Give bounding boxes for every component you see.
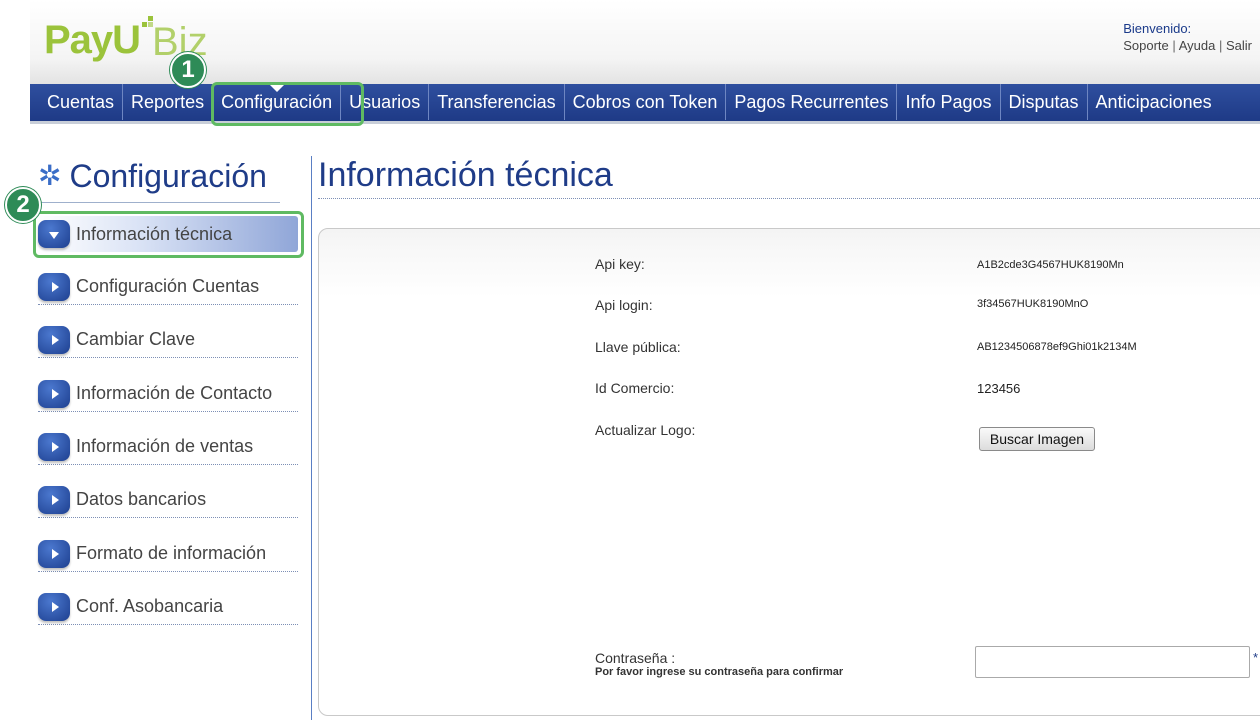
help-link[interactable]: Ayuda (1179, 38, 1216, 53)
title-divider (318, 198, 1260, 199)
api-login-label: Api login: (595, 297, 653, 313)
chevron-right-icon (38, 272, 70, 301)
update-logo-label: Actualizar Logo: (595, 422, 696, 438)
technical-info-panel (318, 228, 1260, 716)
sidebar-title: ✲ Configuración (38, 156, 267, 196)
merchant-id-label: Id Comercio: (595, 380, 675, 396)
sidebar-item-formato-informacion[interactable]: Formato de información (38, 536, 298, 572)
chevron-right-icon (38, 379, 70, 408)
chevron-right-icon (38, 432, 70, 461)
nav-reportes[interactable]: Reportes (123, 84, 214, 120)
search-image-button[interactable]: Buscar Imagen (979, 427, 1095, 451)
support-link[interactable]: Soporte (1123, 38, 1169, 53)
public-key-value: AB1234506878ef9Ghi01k2134M (977, 341, 1137, 353)
logo-payu-text: PayU (44, 18, 141, 62)
sidebar-item-conf-asobancaria[interactable]: Conf. Asobancaria (38, 589, 298, 625)
sidebar-item-label: Información de ventas (76, 436, 254, 456)
sidebar-item-label: Formato de información (76, 543, 267, 563)
link-separator: | (1172, 38, 1176, 53)
sidebar-item-informacion-contacto[interactable]: Información de Contacto (38, 376, 298, 412)
highlight-sidebar-informacion-tecnica (33, 211, 304, 258)
required-mark: * (1253, 650, 1259, 665)
nav-cuentas[interactable]: Cuentas (30, 84, 124, 120)
gear-icon: ✲ (38, 160, 62, 191)
sidebar-divider (38, 202, 280, 203)
header-links: Soporte | Ayuda | Salir (1123, 37, 1252, 54)
sidebar-item-label: Configuración Cuentas (76, 276, 260, 296)
sidebar-item-label: Información de Contacto (76, 383, 273, 403)
highlight-nav-configuracion (211, 82, 364, 126)
logout-link[interactable]: Salir (1226, 38, 1252, 53)
sidebar-item-datos-bancarios[interactable]: Datos bancarios (38, 482, 298, 518)
sidebar-item-cambiar-clave[interactable]: Cambiar Clave (38, 322, 298, 358)
user-welcome: Bienvenido: Soporte | Ayuda | Salir (1123, 20, 1252, 54)
sidebar-item-configuracion-cuentas[interactable]: Configuración Cuentas (38, 269, 298, 305)
welcome-title: Bienvenido: (1123, 21, 1192, 36)
link-separator: | (1218, 38, 1223, 53)
sidebar-item-label: Datos bancarios (76, 489, 207, 509)
nav-anticipaciones[interactable]: Anticipaciones (1088, 84, 1220, 120)
chevron-right-icon (38, 592, 70, 621)
app-header: PayU Biz Bienvenido: Soporte | Ayuda | S… (30, 0, 1260, 84)
step-2-badge: 2 (5, 187, 41, 223)
api-key-value: A1B2cde3G4567HUK8190Mn (977, 259, 1124, 271)
nav-disputas[interactable]: Disputas (1001, 84, 1088, 120)
public-key-label: Llave pública: (595, 339, 681, 355)
sidebar-item-label: Cambiar Clave (76, 329, 196, 349)
nav-pagos-recurrentes[interactable]: Pagos Recurrentes (726, 84, 898, 120)
nav-cobros-con-token[interactable]: Cobros con Token (565, 84, 727, 120)
api-login-value: 3f34567HUK8190MnO (977, 298, 1089, 310)
chevron-right-icon (38, 485, 70, 514)
merchant-id-value: 123456 (977, 381, 1021, 396)
api-key-label: Api key: (595, 256, 645, 272)
password-hint: Por favor ingrese su contraseña para con… (595, 666, 844, 678)
sidebar-title-text: Configuración (69, 157, 267, 194)
step-1-badge: 1 (170, 52, 206, 88)
password-label: Contraseña : (595, 650, 676, 666)
sidebar-item-label: Conf. Asobancaria (76, 596, 224, 616)
password-field[interactable] (975, 646, 1250, 678)
page-title: Información técnica (318, 156, 613, 194)
sidebar-item-informacion-ventas[interactable]: Información de ventas (38, 429, 298, 465)
content-divider (311, 156, 312, 720)
chevron-right-icon (38, 325, 70, 354)
nav-transferencias[interactable]: Transferencias (429, 84, 565, 120)
chevron-right-icon (38, 539, 70, 568)
nav-info-pagos[interactable]: Info Pagos (897, 84, 1001, 120)
